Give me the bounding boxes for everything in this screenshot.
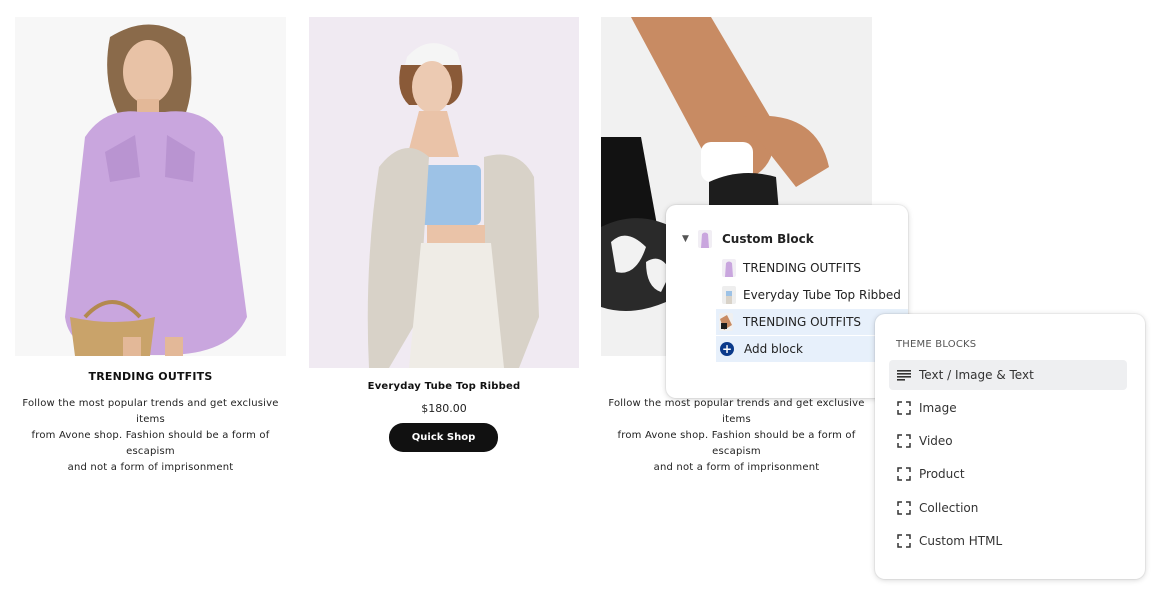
add-block-label[interactable]: Add block	[744, 342, 803, 356]
product-image-2[interactable]	[309, 17, 579, 368]
menu-item-video[interactable]: Video	[889, 426, 1127, 456]
theme-blocks-heading: THEME BLOCKS	[896, 339, 977, 350]
quick-shop-button[interactable]: Quick Shop	[389, 423, 498, 452]
block-thumbnail-icon	[722, 286, 736, 304]
block-tree-panel: ▼ Custom Block TRENDING OUTFITS Everyday…	[666, 205, 908, 398]
tree-row-child-1[interactable]: TRENDING OUTFITS	[666, 255, 908, 281]
tree-child-label: Everyday Tube Top Ribbed	[743, 288, 901, 302]
block-thumbnail-icon	[719, 313, 733, 331]
menu-item-image[interactable]: Image	[889, 393, 1127, 423]
menu-item-custom-html[interactable]: Custom HTML	[889, 526, 1127, 556]
theme-blocks-menu: THEME BLOCKS Text / Image & Text Image V…	[875, 314, 1145, 579]
tree-child-label: TRENDING OUTFITS	[743, 315, 862, 329]
block-thumbnail-icon	[698, 230, 712, 248]
menu-item-collection[interactable]: Collection	[889, 493, 1127, 523]
product-description-3: Follow the most popular trends and get e…	[608, 398, 865, 473]
product-card-2[interactable]: Everyday Tube Top Ribbed $180.00 Quick S…	[309, 17, 579, 457]
product-title-1[interactable]: TRENDING OUTFITS	[15, 370, 286, 383]
menu-item-label: Video	[919, 434, 953, 448]
block-thumbnail-icon	[722, 259, 736, 277]
menu-item-label: Image	[919, 401, 957, 415]
tree-child-label: TRENDING OUTFITS	[743, 261, 862, 275]
menu-item-label: Collection	[919, 501, 979, 515]
tree-parent-label: Custom Block	[722, 232, 814, 246]
menu-item-label: Product	[919, 467, 965, 481]
menu-item-label: Custom HTML	[919, 534, 1003, 548]
frame-icon	[889, 467, 919, 481]
product-card-1[interactable]: TRENDING OUTFITS Follow the most popular…	[15, 17, 286, 473]
menu-item-text-image-text[interactable]: Text / Image & Text	[889, 360, 1127, 390]
product-price-2: $180.00	[421, 402, 467, 415]
caret-down-icon[interactable]: ▼	[682, 234, 692, 244]
menu-item-product[interactable]: Product	[889, 459, 1127, 489]
product-image-1[interactable]	[15, 17, 286, 356]
product-title-2[interactable]: Everyday Tube Top Ribbed	[309, 381, 579, 392]
menu-item-label: Text / Image & Text	[919, 368, 1034, 382]
text-lines-icon	[889, 369, 919, 381]
tree-row-child-2[interactable]: Everyday Tube Top Ribbed	[666, 282, 908, 308]
frame-icon	[889, 501, 919, 515]
frame-icon	[889, 434, 919, 448]
tree-row-custom-block[interactable]: ▼ Custom Block	[666, 226, 908, 252]
product-description-1: Follow the most popular trends and get e…	[22, 398, 279, 473]
add-circle-icon[interactable]: +	[720, 342, 734, 356]
frame-icon	[889, 401, 919, 415]
frame-icon	[889, 534, 919, 548]
